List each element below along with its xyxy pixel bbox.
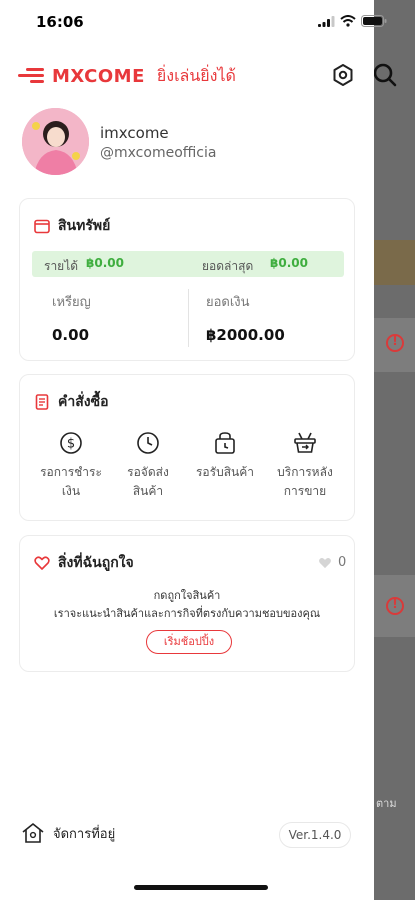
balance-label: ยอดเงิน (206, 295, 250, 310)
manage-address-label: จัดการที่อยู่ (53, 826, 116, 842)
background-banner (374, 240, 415, 285)
coins-label: เหรียญ (52, 295, 91, 310)
order-pending-payment-line2: เงิน (61, 484, 81, 498)
username: imxcome (100, 124, 169, 142)
profile-section[interactable]: imxcome @mxcomeofficia (22, 108, 352, 176)
menu-icon[interactable] (18, 68, 44, 84)
home-icon (22, 823, 44, 843)
wallet-card: สินทรัพย์ รายได้ ฿0.00 ยอดล่าสุด ฿0.00 เ… (19, 198, 355, 361)
income-label: รายได้ (44, 259, 79, 273)
avatar[interactable] (22, 108, 89, 175)
clock-icon (137, 432, 159, 454)
wishlist-empty-subtitle: เราจะแนะนำสินค้าและการกิจที่ตรงกับความชอ… (53, 607, 321, 620)
order-after-sales-line2: การขาย (283, 484, 327, 498)
app-logo: MXCOME (52, 65, 145, 87)
manage-address-button[interactable]: จัดการที่อยู่ (21, 822, 115, 844)
side-drawer: 16:06 MXCOME ยิ่งเล่นยิ่งได้ imxcome @mx… (0, 0, 387, 900)
latest-label: ยอดล่าสุด (202, 259, 254, 273)
order-to-receive[interactable]: รอรับสินค้า (185, 431, 265, 482)
order-after-sales-line1: บริการหลัง (277, 465, 333, 479)
user-handle: @mxcomeofficia (100, 145, 217, 161)
search-icon (373, 63, 397, 87)
orders-card: คำสั่งซื้อ $ รอการชำระ เงิน รอจัดส่ง สิน… (19, 374, 355, 521)
status-icons (318, 15, 387, 27)
orders-title-text: คำสั่งซื้อ (58, 394, 109, 410)
status-bar: 16:06 (0, 0, 387, 44)
settings-icon[interactable] (331, 63, 355, 87)
signal-icon (318, 15, 335, 27)
background-overlay (374, 0, 415, 900)
wishlist-count-value: 0 (338, 555, 347, 570)
brand-slogan: ยิ่งเล่นยิ่งได้ (156, 65, 236, 85)
order-to-ship-line2: สินค้า (132, 484, 164, 498)
alert-icon (386, 334, 404, 352)
svg-text:$: $ (67, 437, 75, 452)
coins-value[interactable]: 0.00 (52, 326, 89, 344)
order-list-icon (35, 394, 49, 410)
status-time: 16:06 (36, 13, 84, 31)
wallet-icon (34, 219, 50, 234)
wishlist-title-text: สิ่งที่ฉันถูกใจ (58, 555, 134, 571)
wishlist-title: สิ่งที่ฉันถูกใจ (34, 552, 134, 574)
order-to-ship-line1: รอจัดส่ง (127, 465, 169, 479)
basket-return-icon (294, 432, 316, 453)
income-value: ฿0.00 (86, 256, 124, 270)
brand-header: MXCOME ยิ่งเล่นยิ่งได้ (18, 60, 358, 92)
heart-filled-icon (319, 557, 331, 569)
dollar-circle-icon: $ (60, 432, 82, 454)
heart-outline-icon (34, 556, 50, 570)
avatar-image (22, 108, 89, 175)
version-badge: Ver.1.4.0 (279, 822, 351, 848)
wifi-icon (340, 15, 356, 27)
order-to-ship[interactable]: รอจัดส่ง สินค้า (108, 431, 188, 501)
background-text: ตาม (376, 797, 397, 810)
order-to-receive-line1: รอรับสินค้า (195, 465, 254, 479)
income-summary: รายได้ ฿0.00 ยอดล่าสุด ฿0.00 (32, 251, 344, 277)
balance-value[interactable]: ฿2000.00 (206, 326, 285, 344)
order-pending-payment-line1: รอการชำระ (40, 465, 102, 479)
orders-title: คำสั่งซื้อ (34, 391, 109, 413)
wallet-title-text: สินทรัพย์ (58, 218, 111, 234)
alert-icon (386, 597, 404, 615)
order-after-sales[interactable]: บริการหลัง การขาย (265, 431, 345, 501)
wallet-title: สินทรัพย์ (34, 215, 110, 237)
package-clock-icon (215, 432, 235, 454)
order-pending-payment[interactable]: $ รอการชำระ เงิน (31, 431, 111, 501)
latest-value: ฿0.00 (270, 256, 308, 270)
wishlist-empty-title: กดถูกใจสินค้า (153, 589, 221, 602)
home-indicator[interactable] (134, 885, 268, 890)
start-shopping-button[interactable]: เริ่มช้อปปิ้ง (146, 630, 232, 654)
wallet-divider (188, 289, 189, 347)
battery-icon (361, 15, 387, 27)
wishlist-card: สิ่งที่ฉันถูกใจ 0 กดถูกใจสินค้า เราจะแนะ… (19, 535, 355, 672)
wishlist-count: 0 (318, 555, 346, 570)
